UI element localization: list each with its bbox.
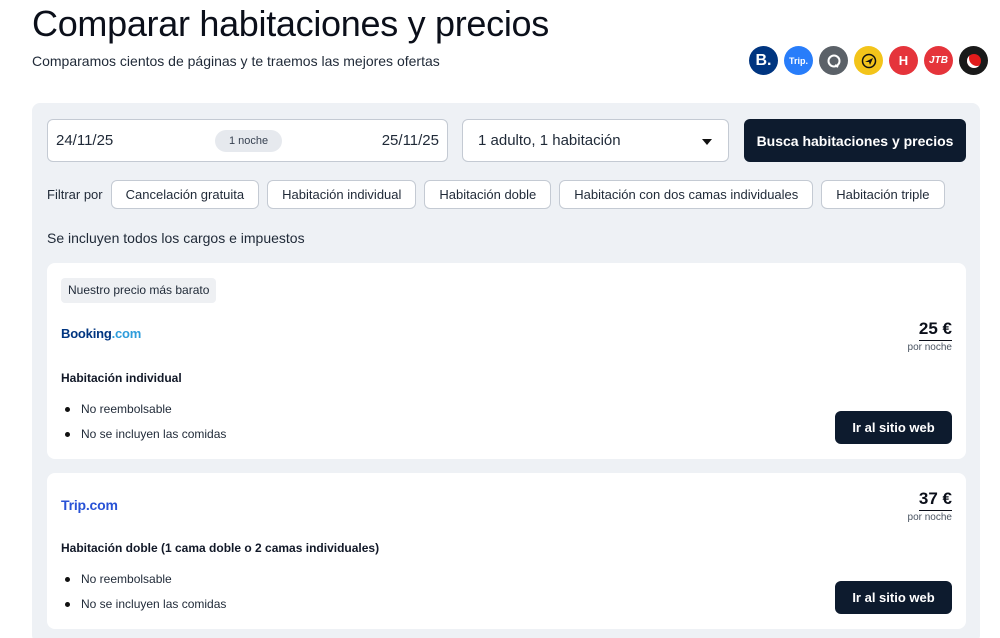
guests-select[interactable]: 1 adulto, 1 habitación <box>462 119 729 162</box>
feature-item: No reembolsable <box>61 571 226 596</box>
filter-chip-free-cancellation[interactable]: Cancelación gratuita <box>110 180 260 209</box>
feature-text: No se incluyen las comidas <box>81 597 227 611</box>
partner-logos: B. Trip. H JTB <box>749 46 988 75</box>
price-amount: 37 € <box>918 489 952 511</box>
feature-item: No reembolsable <box>61 401 226 426</box>
room-type: Habitación doble (1 cama doble o 2 camas… <box>61 541 380 555</box>
offer-card: Trip.com 37 € por noche Habitación doble… <box>47 473 966 629</box>
trip-logo-icon: Trip. <box>784 46 813 75</box>
filter-chip-twin-room[interactable]: Habitación con dos camas individuales <box>559 180 814 209</box>
guests-value: 1 adulto, 1 habitación <box>478 132 621 149</box>
feature-list: No reembolsable No se incluyen las comid… <box>61 401 226 451</box>
feature-list: No reembolsable No se incluyen las comid… <box>61 571 226 621</box>
price-unit: por noche <box>907 342 952 353</box>
offer-card: Nuestro precio más barato Booking.com 25… <box>47 263 966 459</box>
filter-chip-single-room[interactable]: Habitación individual <box>267 180 417 209</box>
provider-name: Booking <box>61 326 112 341</box>
search-rooms-button[interactable]: Busca habitaciones y precios <box>744 119 966 162</box>
dot-logo-icon <box>959 46 988 75</box>
feature-text: No se incluyen las comidas <box>81 427 227 441</box>
bullet-icon <box>65 432 70 437</box>
h-logo-icon: H <box>889 46 918 75</box>
plane-logo-icon <box>854 46 883 75</box>
check-out-date[interactable]: 25/11/25 <box>382 132 439 149</box>
comparison-panel: 24/11/25 1 noche 25/11/25 1 adulto, 1 ha… <box>32 103 980 638</box>
price-block: 25 € por noche <box>908 319 952 353</box>
bullet-icon <box>65 577 70 582</box>
filter-chip-double-room[interactable]: Habitación doble <box>424 180 552 209</box>
feature-text: No reembolsable <box>81 572 172 586</box>
date-range-field[interactable]: 24/11/25 1 noche 25/11/25 <box>47 119 448 162</box>
feature-item: No se incluyen las comidas <box>61 426 226 451</box>
jtb-logo-icon: JTB <box>924 46 953 75</box>
tax-note: Se incluyen todos los cargos e impuestos <box>47 230 305 246</box>
room-type: Habitación individual <box>61 371 182 385</box>
page-title: Comparar habitaciones y precios <box>32 3 549 44</box>
page-subtitle: Comparamos cientos de páginas y te traem… <box>32 53 440 69</box>
booking-provider-logo: Booking.com <box>61 326 141 341</box>
q-logo-icon <box>819 46 848 75</box>
feature-item: No se incluyen las comidas <box>61 596 226 621</box>
nights-badge: 1 noche <box>215 130 283 152</box>
bullet-icon <box>65 602 70 607</box>
filter-row: Filtrar por Cancelación gratuita Habitac… <box>47 180 945 209</box>
go-to-website-button[interactable]: Ir al sitio web <box>835 411 952 444</box>
provider-suffix: .com <box>111 326 142 341</box>
feature-text: No reembolsable <box>81 402 172 416</box>
price-unit: por noche <box>907 512 952 523</box>
go-to-website-button[interactable]: Ir al sitio web <box>835 581 952 614</box>
cheapest-price-badge: Nuestro precio más barato <box>61 278 217 303</box>
trip-provider-logo: Trip.com <box>61 497 118 513</box>
check-in-date[interactable]: 24/11/25 <box>56 132 113 149</box>
price-amount: 25 € <box>918 319 952 341</box>
booking-logo-icon: B. <box>749 46 778 75</box>
caret-down-icon <box>702 139 712 145</box>
price-block: 37 € por noche <box>908 489 952 523</box>
bullet-icon <box>65 407 70 412</box>
filter-label: Filtrar por <box>47 187 103 202</box>
filter-chip-triple-room[interactable]: Habitación triple <box>821 180 945 209</box>
